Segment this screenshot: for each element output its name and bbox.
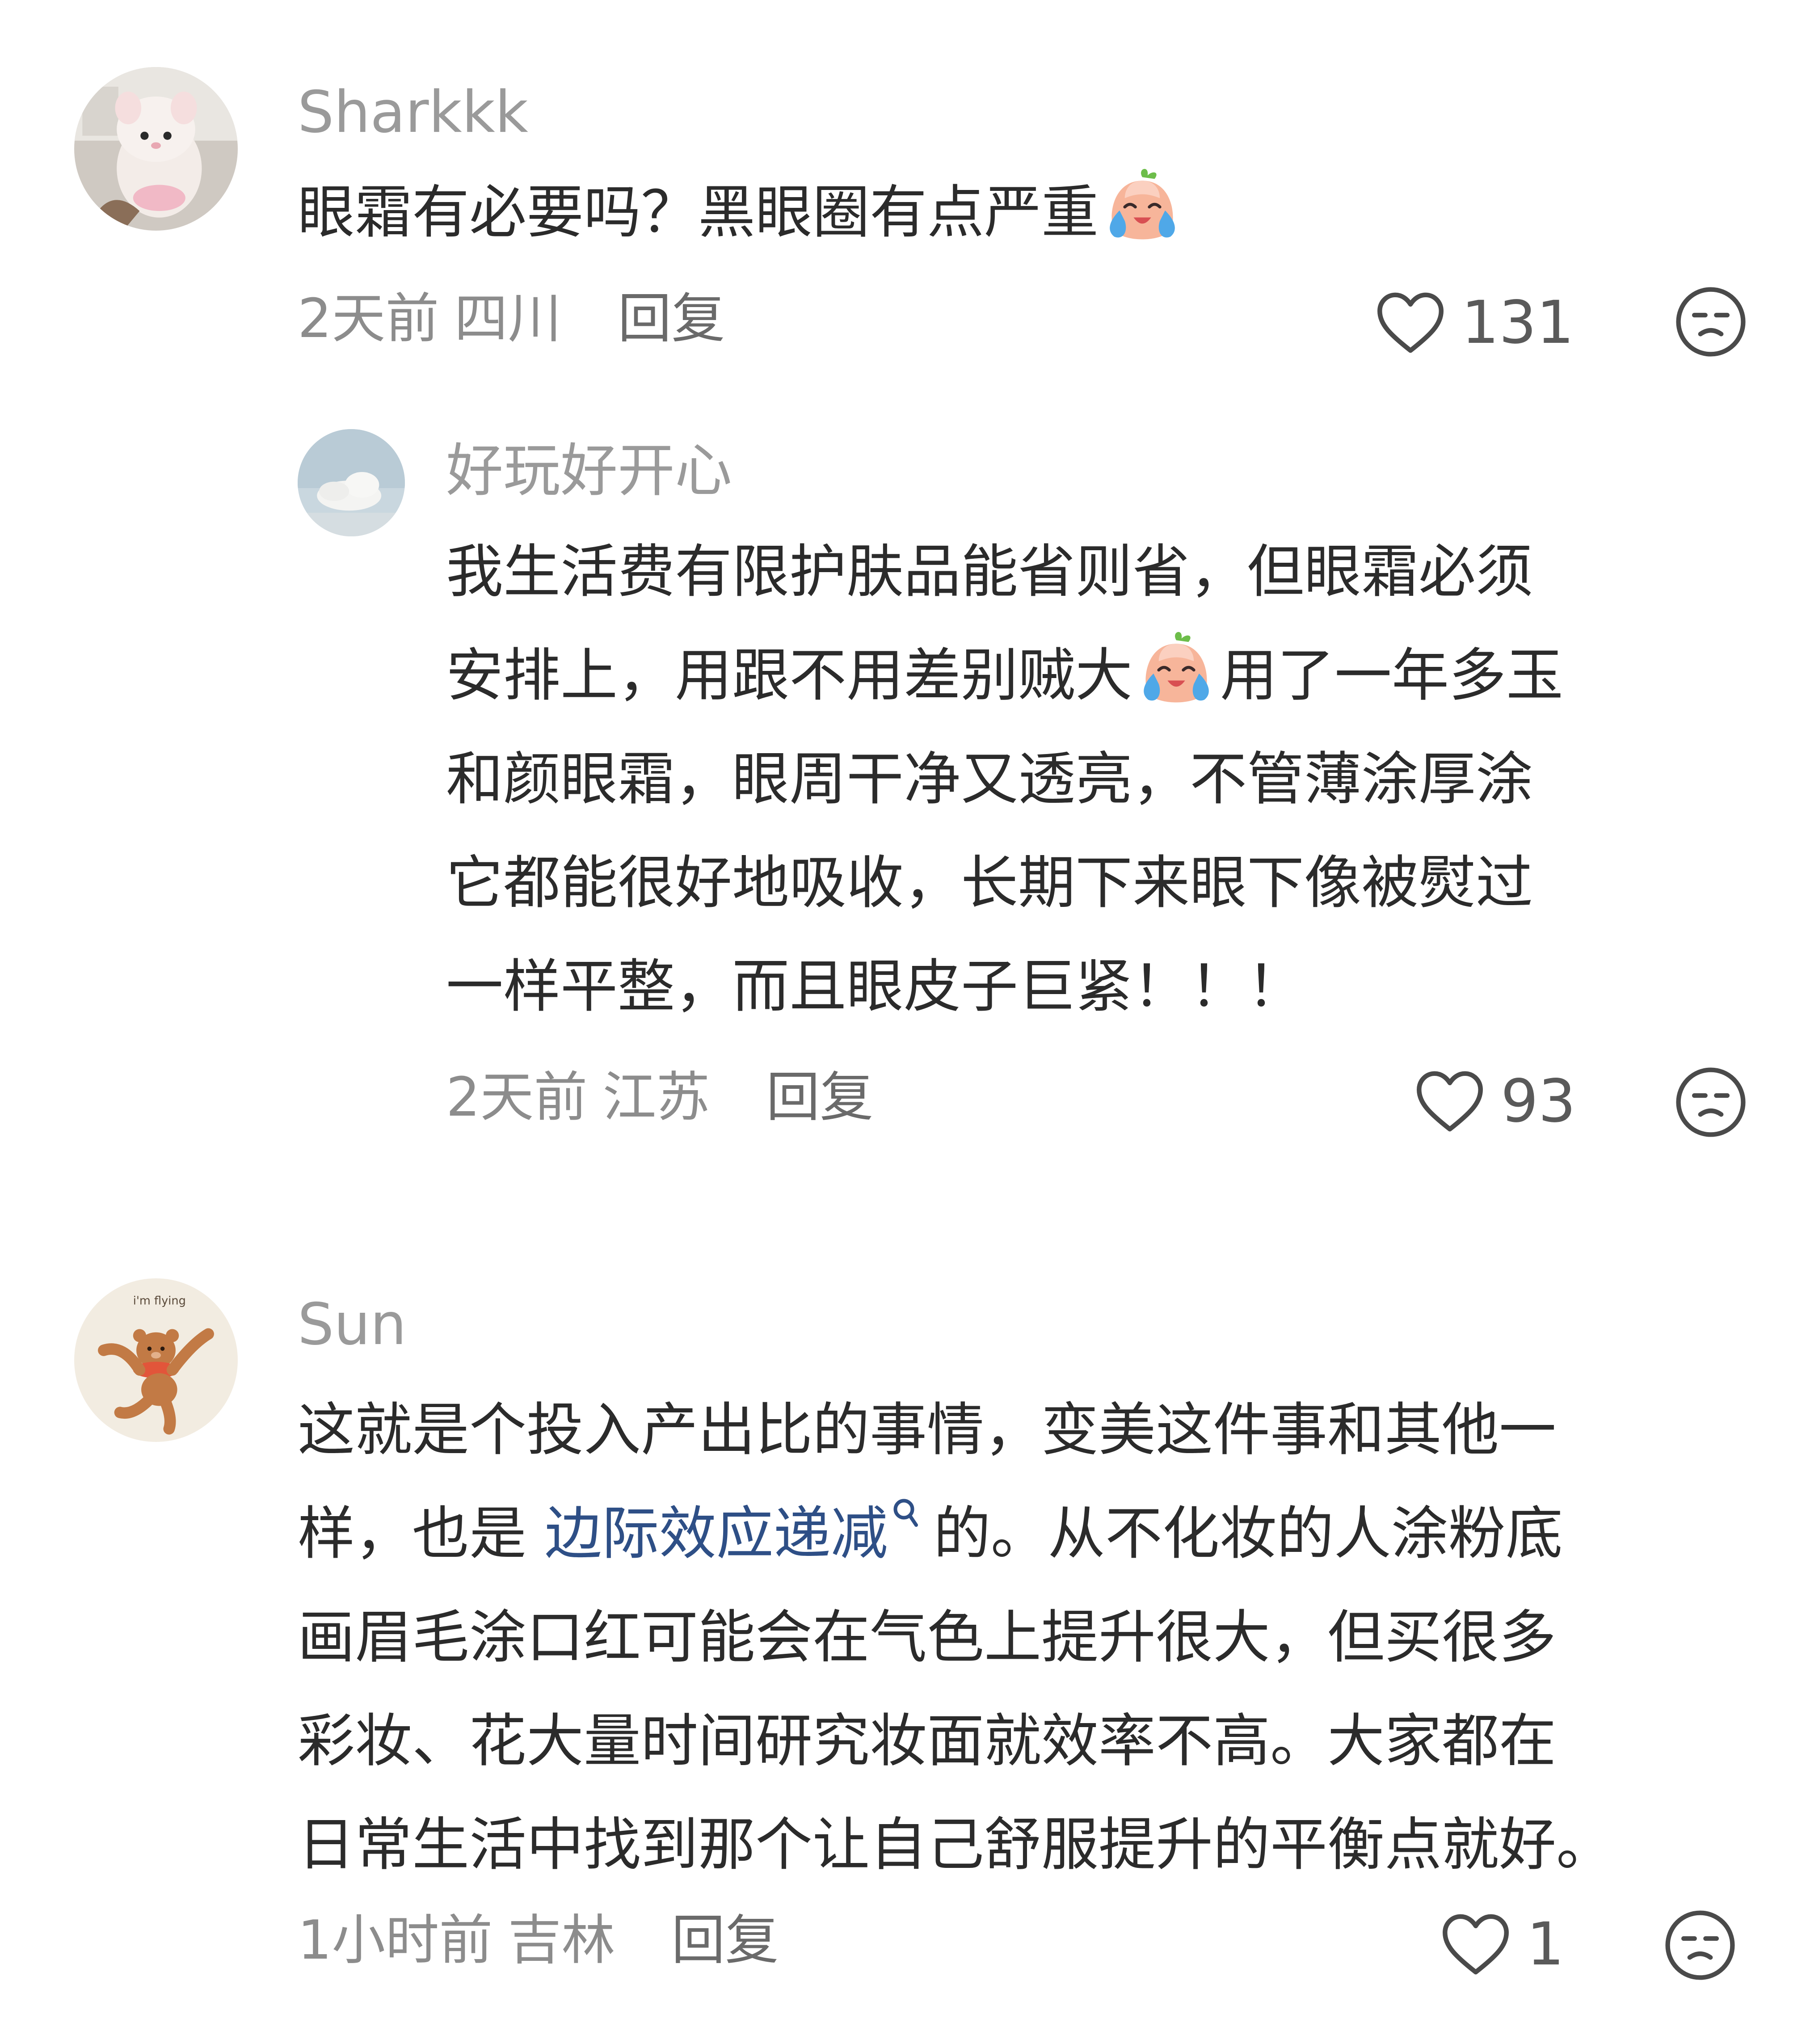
comment-line: 这就是个投入产出比的事情，变美这件事和其他一 xyxy=(298,1397,1557,1463)
svg-text:i'm flying: i'm flying xyxy=(133,1294,186,1308)
topic-link[interactable]: 边际效应递减 xyxy=(545,1497,934,1567)
timestamp: 2天前 xyxy=(298,288,439,350)
reply-line: 它都能很好地吸收，长期下来眼下像被熨过 xyxy=(446,850,1533,916)
neutral-face-icon xyxy=(1676,287,1746,357)
neutral-face-icon xyxy=(1665,1910,1735,1980)
timestamp: 2天前 xyxy=(446,1066,588,1129)
like-button[interactable]: 93 xyxy=(1414,1069,1576,1134)
reply-line: 和颜眼霜，眼周干净又透亮，不管薄涂厚涂 xyxy=(446,746,1533,813)
location: 江苏 xyxy=(602,1066,710,1129)
crying-peach-emoji xyxy=(1132,626,1220,714)
heart-outline-icon xyxy=(1443,1914,1509,1975)
reply-text: 我生活费有限护肤品能省则省，但眼霜必须 安排上，用跟不用差别贼大 用了一年多玉 … xyxy=(446,520,1563,1039)
dislike-button[interactable] xyxy=(1663,1909,1737,1982)
like-button[interactable]: 1 xyxy=(1440,1912,1564,1977)
avatar-image xyxy=(74,67,238,231)
avatar[interactable] xyxy=(298,429,405,536)
reply-button[interactable]: 回复 xyxy=(618,288,725,350)
reply-line: 一样平整，而且眼皮子巨紧！！！ xyxy=(446,953,1305,1020)
reply-meta: 2天前 江苏 回复 xyxy=(446,1071,873,1125)
location: 四川 xyxy=(454,288,562,350)
crying-peach-emoji xyxy=(1099,163,1186,251)
like-button[interactable]: 131 xyxy=(1375,291,1574,355)
username[interactable]: Sharkkk xyxy=(298,84,528,141)
comment-line: 眼霜有必要吗？黑眼圈有点严重 xyxy=(298,161,1186,265)
like-count: 131 xyxy=(1461,288,1574,357)
comment-meta: 1小时前 吉林 回复 xyxy=(298,1914,779,1968)
comment-text: 这就是个投入产出比的事情，变美这件事和其他一 样，也是 边际效应递减 的。从不化妆… xyxy=(298,1378,1613,1897)
heart-outline-icon xyxy=(1377,292,1444,353)
reply-line: 安排上，用跟不用差别贼大 用了一年多玉 xyxy=(446,624,1563,728)
reply-button[interactable]: 回复 xyxy=(766,1066,873,1129)
heart-outline-icon xyxy=(1417,1071,1483,1132)
comment-line: 样，也是 边际效应递减 的。从不化妆的人涂粉底 xyxy=(298,1482,1613,1586)
reply-line: 我生活费有限护肤品能省则省，但眼霜必须 xyxy=(446,539,1533,605)
timestamp: 1小时前 xyxy=(298,1909,493,1972)
comment-meta: 2天前 四川 回复 xyxy=(298,292,725,346)
username[interactable]: 好玩好开心 xyxy=(446,443,732,500)
avatar[interactable] xyxy=(74,67,238,231)
username[interactable]: Sun xyxy=(298,1296,407,1353)
avatar-image xyxy=(298,429,405,536)
neutral-face-icon xyxy=(1676,1067,1746,1137)
like-count: 93 xyxy=(1501,1067,1576,1136)
search-icon xyxy=(892,1497,918,1528)
avatar[interactable]: i'm flying xyxy=(74,1278,238,1442)
comment-line: 画眉毛涂口红可能会在气色上提升很大，但买很多 xyxy=(298,1604,1557,1671)
location: 吉林 xyxy=(508,1909,615,1972)
comment-line: 彩妆、花大量时间研究妆面就效率不高。大家都在 xyxy=(298,1708,1557,1774)
like-count: 1 xyxy=(1527,1910,1564,1979)
avatar-image: i'm flying xyxy=(74,1278,238,1442)
dislike-button[interactable] xyxy=(1674,1066,1747,1139)
dislike-button[interactable] xyxy=(1674,285,1747,358)
comment-text: 眼霜有必要吗？黑眼圈有点严重 xyxy=(298,161,1186,265)
comment-line: 日常生活中找到那个让自己舒服提升的平衡点就好。 xyxy=(298,1812,1614,1878)
reply-button[interactable]: 回复 xyxy=(671,1909,779,1972)
